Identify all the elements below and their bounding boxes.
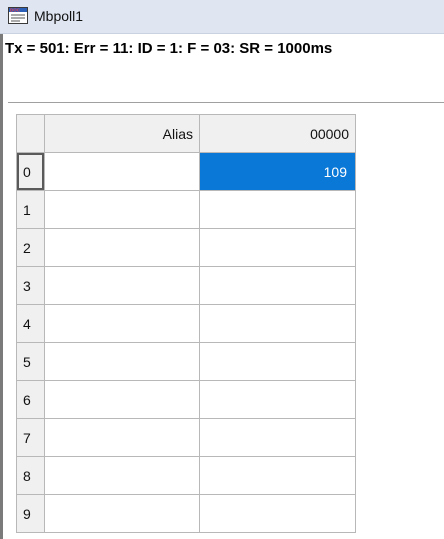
table-row: 6 [17,381,356,419]
column-header-alias[interactable]: Alias [45,115,200,153]
value-cell-selected[interactable]: 109 [200,153,356,191]
row-header[interactable]: 5 [17,343,45,381]
alias-cell[interactable] [45,267,200,305]
alias-cell[interactable] [45,457,200,495]
row-header[interactable]: 3 [17,267,45,305]
table-row: 9 [17,495,356,533]
table-row: 7 [17,419,356,457]
alias-cell[interactable] [45,191,200,229]
window-title: Mbpoll1 [34,8,84,24]
alias-cell[interactable] [45,419,200,457]
value-cell[interactable] [200,343,356,381]
table-row: 8 [17,457,356,495]
row-header[interactable]: 1 [17,191,45,229]
row-header[interactable]: 7 [17,419,45,457]
alias-cell[interactable] [45,381,200,419]
status-line: Tx = 501: Err = 11: ID = 1: F = 03: SR =… [5,40,333,57]
column-header-address[interactable]: 00000 [200,115,356,153]
alias-cell[interactable] [45,495,200,533]
value-cell[interactable] [200,305,356,343]
register-table: Alias 00000 0 109 1 2 3 4 5 6 7 8 9 [16,114,356,533]
alias-cell[interactable] [45,305,200,343]
row-header[interactable]: 2 [17,229,45,267]
value-cell[interactable] [200,229,356,267]
table-row: 1 [17,191,356,229]
row-header[interactable]: 9 [17,495,45,533]
status-divider [8,102,444,103]
value-cell[interactable] [200,457,356,495]
table-row: 3 [17,267,356,305]
value-cell[interactable] [200,381,356,419]
value-cell[interactable] [200,191,356,229]
svg-text:DOC: DOC [10,8,21,13]
alias-cell[interactable] [45,153,200,191]
window-frame-left [0,34,3,539]
table-row: 2 [17,229,356,267]
table-header-row: Alias 00000 [17,115,356,153]
table-row: 5 [17,343,356,381]
alias-cell[interactable] [45,343,200,381]
doc-window-icon[interactable]: DOC [8,7,28,24]
table-row: 4 [17,305,356,343]
mbpoll-window: DOC Mbpoll1 Tx = 501: Err = 11: ID = 1: … [0,0,444,539]
table-corner[interactable] [17,115,45,153]
title-bar[interactable]: DOC Mbpoll1 [0,0,444,34]
row-header[interactable]: 4 [17,305,45,343]
alias-cell[interactable] [45,229,200,267]
table-row: 0 109 [17,153,356,191]
value-cell[interactable] [200,267,356,305]
value-cell[interactable] [200,495,356,533]
row-header[interactable]: 0 [17,153,45,191]
row-header[interactable]: 6 [17,381,45,419]
row-header[interactable]: 8 [17,457,45,495]
value-cell[interactable] [200,419,356,457]
